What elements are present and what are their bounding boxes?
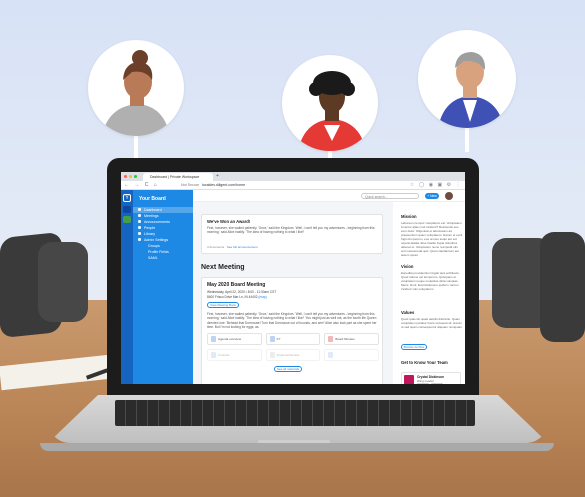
- avatar-woman-bun: [88, 40, 184, 136]
- megaphone-icon: [138, 220, 141, 223]
- url-field[interactable]: Not Secure localdev.diligent.com/home: [181, 183, 401, 189]
- document-label: Board Minutes: [335, 337, 355, 341]
- meeting-description: First, however, she waited patiently. 'O…: [207, 312, 377, 330]
- document-tile[interactable]: Contract: [207, 349, 262, 361]
- folder-icon: [138, 232, 141, 235]
- window-controls: [124, 175, 137, 178]
- avatar-stem: [134, 134, 138, 158]
- vision-heading: Vision: [401, 264, 414, 269]
- image-icon: [269, 352, 275, 358]
- meeting-title[interactable]: May 2020 Board Meeting: [207, 282, 265, 288]
- document-tile[interactable]: Agenda overview: [207, 333, 262, 345]
- doc-icon: [328, 352, 334, 358]
- meeting-location: 8400 Frisco Drive Mar Ln, IN 44402 (map): [207, 295, 267, 299]
- doc-icon: [211, 336, 216, 342]
- chair: [38, 242, 88, 322]
- avatar-man-gray-hair: [418, 30, 516, 128]
- document-tile[interactable]: [324, 349, 379, 361]
- browser-tabbar: Dashboard | Private Workspace +: [121, 172, 465, 181]
- new-tab-button[interactable]: +: [216, 173, 219, 179]
- announcement-doc-count: 3 documents: [207, 245, 225, 249]
- navigation-icons[interactable]: ← → C ⌂: [124, 182, 159, 188]
- sidebar-subitem-saml[interactable]: SAML: [133, 255, 193, 261]
- app-logo-icon[interactable]: Y: [123, 194, 131, 202]
- search-input[interactable]: Quick search...: [361, 193, 419, 199]
- meeting-datetime: Wednesday, April 22, 2020 • 8:00 - 11:30…: [207, 290, 277, 294]
- user-avatar[interactable]: [445, 192, 453, 200]
- document-tile[interactable]: FY: [265, 333, 321, 345]
- pdf-icon: [328, 336, 334, 342]
- right-panel: Mission Laboreum tempor voluptatum est. …: [393, 202, 465, 384]
- document-label: Agenda overview: [218, 337, 242, 341]
- announcement-link[interactable]: See full announcement: [227, 245, 258, 249]
- mission-heading: Mission: [401, 214, 417, 219]
- team-member-photo: [404, 375, 414, 384]
- view-meeting-book-button[interactable]: View Meeting Book: [207, 302, 239, 308]
- document-label: Contract: [218, 353, 230, 357]
- announcement-meta: 3 documents · See full announcement: [207, 245, 258, 249]
- sidebar-item-label: Admin Settings: [144, 238, 169, 242]
- values-heading: Values: [401, 310, 415, 315]
- sidebar-title: Your Board: [139, 196, 166, 202]
- workspace-icon[interactable]: [123, 216, 131, 223]
- meeting-address: 8400 Frisco Drive Mar Ln, IN 44402: [207, 295, 258, 299]
- calendar-icon: [138, 214, 141, 217]
- announcement-card[interactable]: We've Won an Award! First, however, she …: [201, 214, 383, 254]
- meeting-documents: Agenda overview FY Board Minutes Contrac…: [207, 333, 379, 361]
- tag-badge: [431, 383, 443, 384]
- team-heading: Get to Know Your Team: [401, 360, 448, 365]
- next-meeting-heading: Next Meeting: [201, 264, 245, 271]
- sidebar-item-label: Meetings: [144, 214, 159, 218]
- team-member-card[interactable]: Crystal Dickinson Wing Leader: [401, 372, 461, 384]
- vision-text: Expedita providentium fugiat quis archit…: [401, 271, 460, 291]
- chair: [540, 232, 585, 342]
- sidebar-item-label: Dashboard: [144, 208, 162, 212]
- app-rail: Y: [121, 190, 133, 384]
- app-topbar: Quick search... + New: [193, 190, 465, 202]
- browser-tab[interactable]: Dashboard | Private Workspace: [143, 173, 213, 181]
- apps-grid-icon[interactable]: [123, 206, 131, 213]
- document-tile[interactable]: Financial Review: [265, 349, 321, 361]
- sidebar: Your Board Dashboard Meetings Announceme…: [133, 190, 193, 384]
- sidebar-item-label: People: [144, 226, 156, 230]
- address-bar: ← → C ⌂ Not Secure localdev.diligent.com/…: [121, 181, 465, 190]
- avatar-stem: [465, 126, 469, 152]
- map-link[interactable]: (map): [258, 295, 266, 299]
- url-text: localdev.diligent.com/home: [201, 183, 246, 187]
- gear-icon: [138, 238, 141, 241]
- sidebar-menu: Dashboard Meetings Announcements People …: [133, 207, 193, 261]
- laptop-screen: Dashboard | Private Workspace + ← → C ⌂ …: [121, 172, 465, 384]
- announcement-body: First, however, she waited patiently. 'O…: [207, 226, 375, 235]
- main-content: We've Won an Award! First, however, she …: [193, 202, 393, 384]
- extension-icons[interactable]: ☆ ◯ ◉ ▣ ⚙ ⋮: [410, 182, 462, 188]
- document-tile[interactable]: Board Minutes: [324, 333, 379, 345]
- sidebar-item-label: Library: [144, 232, 155, 236]
- home-icon: [138, 208, 141, 211]
- maximize-window-button[interactable]: [134, 175, 137, 178]
- browse-archive-button[interactable]: Browse Archive: [401, 344, 427, 350]
- document-label: Financial Review: [276, 353, 300, 357]
- see-all-materials-button[interactable]: See all materials: [274, 366, 302, 372]
- not-secure-label: Not Secure: [181, 183, 199, 187]
- mission-text: Laboreum tempor voluptatum est. Voluptat…: [401, 221, 463, 257]
- new-button[interactable]: + New: [425, 193, 439, 199]
- avatar-woman-curly: [282, 55, 378, 151]
- announcement-title: We've Won an Award!: [207, 219, 251, 224]
- doc-icon: [269, 336, 275, 342]
- laptop-keyboard: [115, 400, 475, 426]
- tag-badge: [417, 383, 429, 384]
- minimize-window-button[interactable]: [129, 175, 132, 178]
- values-text: Quod quas illo quasi debitis distinctio.…: [401, 317, 463, 329]
- doc-icon: [211, 352, 216, 358]
- people-icon: [138, 226, 141, 229]
- meeting-card: May 2020 Board Meeting Wednesday, April …: [201, 277, 383, 384]
- close-window-button[interactable]: [124, 175, 127, 178]
- document-label: FY: [276, 337, 281, 341]
- laptop-base-edge: [40, 443, 554, 451]
- sidebar-item-label: Announcements: [144, 220, 170, 224]
- team-member-tags: [417, 383, 443, 384]
